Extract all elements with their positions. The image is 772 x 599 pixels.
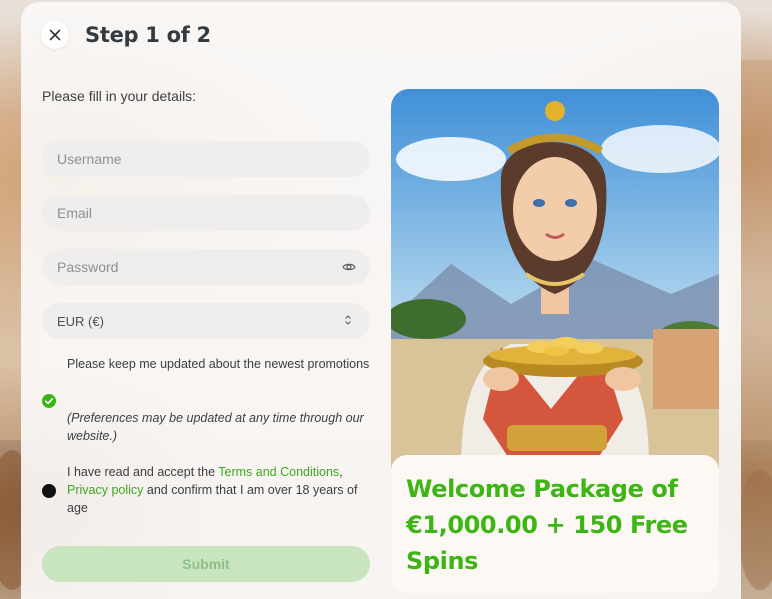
currency-select[interactable]: EUR (€) <box>42 303 370 339</box>
terms-checkbox[interactable] <box>42 484 56 498</box>
registration-modal: Step 1 of 2 Please fill in your details:… <box>21 2 741 599</box>
promo-illustration <box>391 89 719 469</box>
select-arrows-icon <box>344 314 352 329</box>
promotions-label: Please keep me updated about the newest … <box>67 357 370 371</box>
welcome-promo-panel: Welcome Package of €1,000.00 + 150 Free … <box>391 89 719 593</box>
check-icon <box>44 398 54 405</box>
privacy-policy-link[interactable]: Privacy policy <box>67 483 143 497</box>
registration-form: Please fill in your details: EUR (€) <box>42 88 370 339</box>
username-input[interactable] <box>57 151 317 167</box>
terms-text-before: I have read and accept the <box>67 465 219 479</box>
show-password-toggle[interactable] <box>342 260 356 279</box>
terms-label: I have read and accept the Terms and Con… <box>67 463 372 517</box>
email-input[interactable] <box>57 205 317 221</box>
form-intro: Please fill in your details: <box>42 88 197 104</box>
terms-separator: , <box>339 465 343 479</box>
promo-card: Welcome Package of €1,000.00 + 150 Free … <box>391 455 719 593</box>
password-field <box>42 249 370 285</box>
modal-header: Step 1 of 2 <box>41 20 211 50</box>
close-icon <box>49 29 61 41</box>
password-input[interactable] <box>57 259 317 275</box>
submit-button[interactable]: Submit <box>42 546 370 582</box>
welcome-package-headline: Welcome Package of €1,000.00 + 150 Free … <box>406 475 688 575</box>
username-field <box>42 141 370 177</box>
currency-value: EUR (€) <box>57 313 104 329</box>
promotions-checkbox[interactable] <box>42 394 56 408</box>
terms-and-conditions-link[interactable]: Terms and Conditions <box>218 465 339 479</box>
eye-icon <box>342 263 356 271</box>
step-title: Step 1 of 2 <box>85 23 211 47</box>
promotions-note: (Preferences may be updated at any time … <box>67 411 364 443</box>
email-field <box>42 195 370 231</box>
close-button[interactable] <box>41 21 69 49</box>
